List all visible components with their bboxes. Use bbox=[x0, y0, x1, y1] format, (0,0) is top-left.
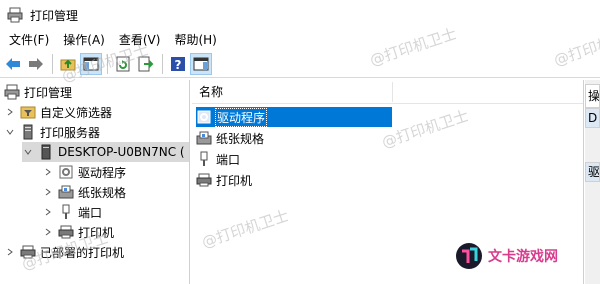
tree-label: 驱动程序 bbox=[78, 165, 127, 180]
column-header-name[interactable]: 名称 bbox=[192, 83, 223, 100]
tree-item-root[interactable]: 打印管理 bbox=[4, 82, 72, 102]
menu-view[interactable]: 查看(V) bbox=[114, 30, 166, 50]
action-pane-header: 操 bbox=[585, 84, 600, 108]
list-item-label: 端口 bbox=[216, 152, 241, 167]
tree-label: 打印服务器 bbox=[40, 125, 101, 140]
export-list-icon bbox=[138, 56, 154, 71]
svg-text:?: ? bbox=[175, 58, 182, 72]
column-header-row: 名称 bbox=[192, 80, 583, 104]
toolbar-separator bbox=[162, 53, 163, 74]
show-hide-action-pane-button[interactable] bbox=[190, 52, 212, 75]
computer-server-icon bbox=[38, 144, 54, 160]
chevron-down-icon[interactable] bbox=[22, 146, 34, 158]
port-icon bbox=[58, 204, 74, 220]
refresh-icon bbox=[116, 56, 130, 71]
help-button[interactable]: ? bbox=[167, 53, 189, 75]
tree-label: 自定义筛选器 bbox=[40, 105, 113, 120]
printer-icon bbox=[20, 244, 36, 260]
refresh-button[interactable] bbox=[112, 53, 134, 75]
menu-bar: 文件(F) 操作(A) 查看(V) 帮助(H) bbox=[0, 30, 600, 50]
list-item[interactable]: 打印机 bbox=[196, 170, 252, 190]
toolbar-separator bbox=[52, 53, 53, 74]
printer-icon bbox=[58, 224, 74, 240]
show-hide-action-pane-icon bbox=[193, 57, 209, 70]
server-icon bbox=[20, 124, 36, 140]
chevron-right-icon[interactable] bbox=[42, 186, 54, 198]
logo-text: 文卡游戏网 bbox=[488, 249, 558, 265]
action-pane-section[interactable]: 驱 bbox=[585, 162, 600, 182]
list-item[interactable]: 纸张规格 bbox=[196, 128, 264, 148]
back-button[interactable] bbox=[2, 53, 24, 75]
chevron-right-icon[interactable] bbox=[42, 166, 54, 178]
driver-icon bbox=[196, 109, 212, 125]
toolbar: ? bbox=[0, 50, 600, 78]
printer-management-icon bbox=[4, 84, 20, 100]
column-divider[interactable] bbox=[392, 82, 393, 102]
menu-file[interactable]: 文件(F) bbox=[4, 30, 54, 50]
window-title: 打印管理 bbox=[30, 8, 79, 23]
tree-label: 已部署的打印机 bbox=[40, 245, 125, 260]
driver-icon bbox=[58, 164, 74, 180]
list-item[interactable]: 驱动程序 bbox=[196, 107, 392, 127]
filter-folder-icon bbox=[20, 104, 36, 120]
chevron-down-icon[interactable] bbox=[4, 126, 16, 138]
up-folder-icon bbox=[60, 59, 76, 70]
tree-label: 端口 bbox=[78, 205, 103, 220]
tree-item-custom-filters[interactable]: 自定义筛选器 bbox=[4, 102, 112, 122]
chevron-right-icon[interactable] bbox=[4, 246, 16, 258]
tree-item-server[interactable]: DESKTOP-U0BN7NC ( bbox=[22, 142, 189, 162]
logo-icon bbox=[456, 243, 482, 269]
paper-forms-icon bbox=[196, 130, 212, 146]
forward-icon bbox=[29, 57, 43, 70]
chevron-right-icon[interactable] bbox=[4, 106, 16, 118]
paper-forms-icon bbox=[58, 184, 74, 200]
help-icon: ? bbox=[171, 56, 185, 72]
title-bar: 打印管理 bbox=[0, 0, 600, 30]
port-icon bbox=[196, 151, 212, 167]
site-logo: 文卡游戏网 bbox=[454, 236, 564, 276]
back-icon bbox=[6, 57, 20, 70]
tree-item-drivers[interactable]: 驱动程序 bbox=[42, 162, 126, 182]
up-button[interactable] bbox=[57, 53, 79, 75]
tree-label: DESKTOP-U0BN7NC ( bbox=[58, 145, 185, 159]
action-pane-section[interactable]: D bbox=[585, 108, 600, 128]
list-item[interactable]: 端口 bbox=[196, 149, 240, 169]
tree-item-deployed-printers[interactable]: 已部署的打印机 bbox=[4, 242, 124, 262]
show-hide-tree-button[interactable] bbox=[80, 52, 102, 75]
list-item-label: 打印机 bbox=[216, 173, 253, 188]
printer-management-icon bbox=[7, 7, 23, 23]
forward-button[interactable] bbox=[25, 53, 47, 75]
tree-item-print-servers[interactable]: 打印服务器 bbox=[4, 122, 100, 142]
menu-help[interactable]: 帮助(H) bbox=[169, 30, 221, 50]
list-item-label: 驱动程序 bbox=[214, 107, 268, 127]
menu-action[interactable]: 操作(A) bbox=[58, 30, 110, 50]
printer-icon bbox=[196, 172, 212, 188]
console-tree: 打印管理 自定义筛选器 打印服务器 DESKTOP-U0BN7NC ( 驱动程序 bbox=[0, 80, 190, 284]
toolbar-separator bbox=[107, 53, 108, 74]
chevron-right-icon[interactable] bbox=[42, 206, 54, 218]
chevron-right-icon[interactable] bbox=[42, 226, 54, 238]
tree-label: 打印管理 bbox=[24, 85, 73, 100]
show-hide-tree-icon bbox=[83, 57, 99, 70]
tree-label: 打印机 bbox=[78, 225, 115, 240]
tree-label: 纸张规格 bbox=[78, 185, 127, 200]
tree-item-forms[interactable]: 纸张规格 bbox=[42, 182, 126, 202]
tree-item-printers[interactable]: 打印机 bbox=[42, 222, 114, 242]
list-item-label: 纸张规格 bbox=[216, 131, 265, 146]
export-list-button[interactable] bbox=[135, 53, 157, 75]
tree-item-ports[interactable]: 端口 bbox=[42, 202, 102, 222]
action-pane: 操 D 驱 bbox=[585, 80, 600, 284]
